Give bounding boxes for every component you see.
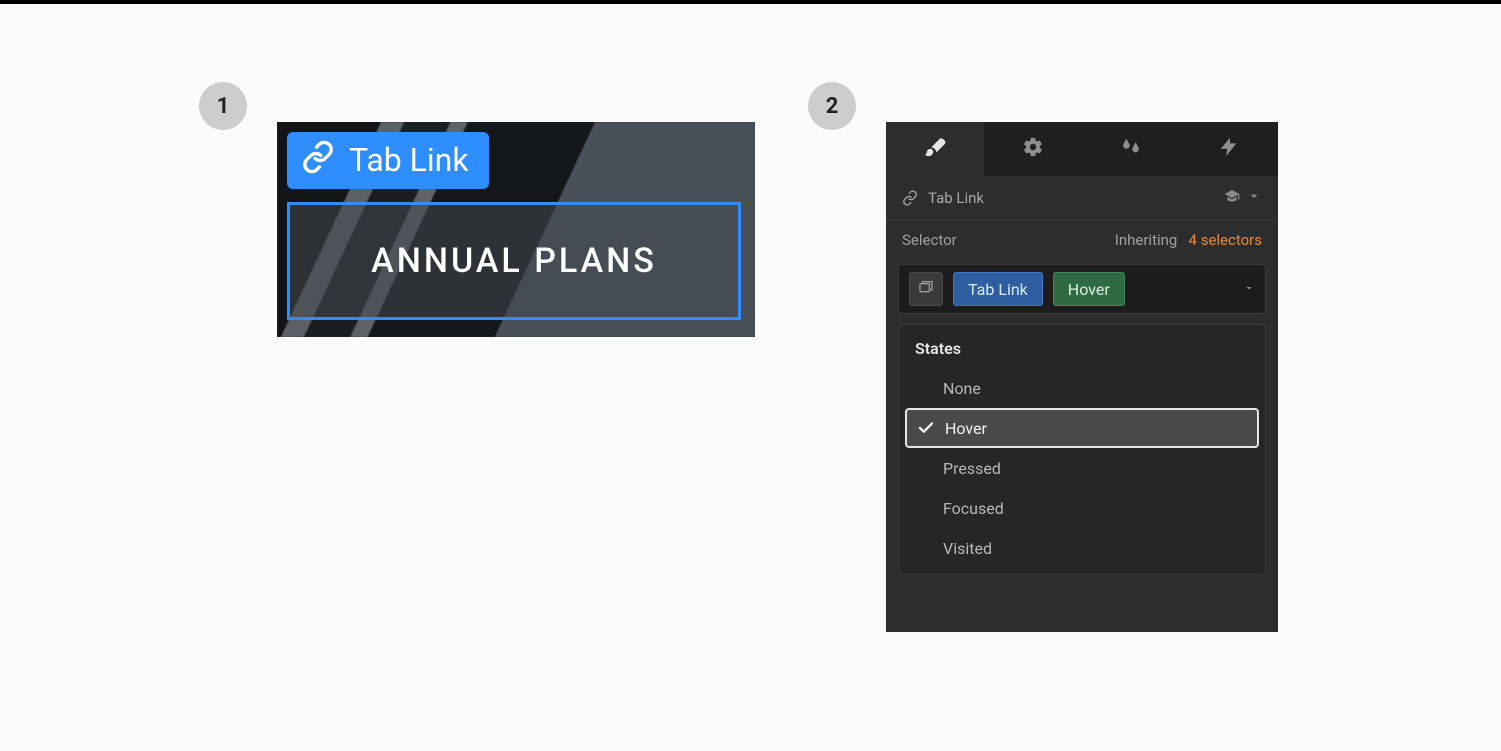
state-chip-label: Hover	[1068, 280, 1110, 299]
link-icon	[301, 140, 335, 179]
selector-row: Selector Inheriting 4 selectors	[886, 220, 1278, 260]
state-dropdown-trigger[interactable]	[1243, 280, 1255, 298]
breadcrumb-label: Tab Link	[928, 189, 984, 207]
inheritance-prefix: Inheriting	[1115, 231, 1178, 249]
bolt-icon	[1218, 136, 1240, 162]
state-option-visited[interactable]: Visited	[899, 528, 1265, 568]
selector-scope-icon	[918, 279, 934, 299]
state-option-label: Hover	[945, 419, 987, 438]
states-dropdown-header: States	[899, 335, 1265, 368]
state-chip[interactable]: Hover	[1053, 272, 1125, 306]
droplets-icon	[1120, 136, 1142, 162]
tab-style[interactable]	[886, 122, 984, 176]
chevron-down-icon[interactable]	[1246, 188, 1262, 208]
gear-icon	[1022, 136, 1044, 162]
caret-down-icon	[1243, 280, 1255, 298]
check-icon	[917, 419, 935, 437]
state-option-label: Visited	[943, 539, 992, 558]
state-option-hover[interactable]: Hover	[905, 408, 1259, 448]
step-marker-1: 1	[199, 82, 247, 130]
selected-element[interactable]: ANNUAL PLANS	[287, 202, 741, 320]
breadcrumb: Tab Link	[886, 176, 1278, 220]
state-option-pressed[interactable]: Pressed	[899, 448, 1265, 488]
tab-settings[interactable]	[984, 122, 1082, 176]
element-tag[interactable]: Tab Link	[287, 132, 489, 189]
step-marker-2: 2	[808, 82, 856, 130]
element-tag-label: Tab Link	[349, 144, 469, 176]
panel-tabs	[886, 122, 1278, 176]
selected-element-text: ANNUAL PLANS	[371, 241, 657, 281]
selector-row-label: Selector	[902, 231, 957, 249]
brush-icon	[924, 136, 946, 162]
state-option-none[interactable]: None	[899, 368, 1265, 408]
state-option-label: Pressed	[943, 459, 1001, 478]
selector-tagbar[interactable]: Tab Link Hover	[898, 264, 1266, 314]
graduation-icon[interactable]	[1224, 188, 1240, 208]
inheritance-link[interactable]: Inheriting 4 selectors	[1115, 231, 1262, 249]
selector-scope-button[interactable]	[909, 272, 943, 306]
style-panel: Tab Link Selector Inheriting 4 selectors…	[886, 122, 1278, 632]
tab-effects[interactable]	[1082, 122, 1180, 176]
state-option-focused[interactable]: Focused	[899, 488, 1265, 528]
link-icon	[902, 190, 918, 206]
state-option-label: Focused	[943, 499, 1004, 518]
states-dropdown: States None Hover Pressed Focused Visite…	[898, 324, 1266, 575]
tab-interactions[interactable]	[1180, 122, 1278, 176]
inheritance-count: 4 selectors	[1189, 231, 1262, 249]
canvas-preview: Tab Link ANNUAL PLANS	[277, 122, 755, 337]
class-chip[interactable]: Tab Link	[953, 272, 1043, 306]
state-option-label: None	[943, 379, 981, 398]
class-chip-label: Tab Link	[968, 280, 1028, 299]
